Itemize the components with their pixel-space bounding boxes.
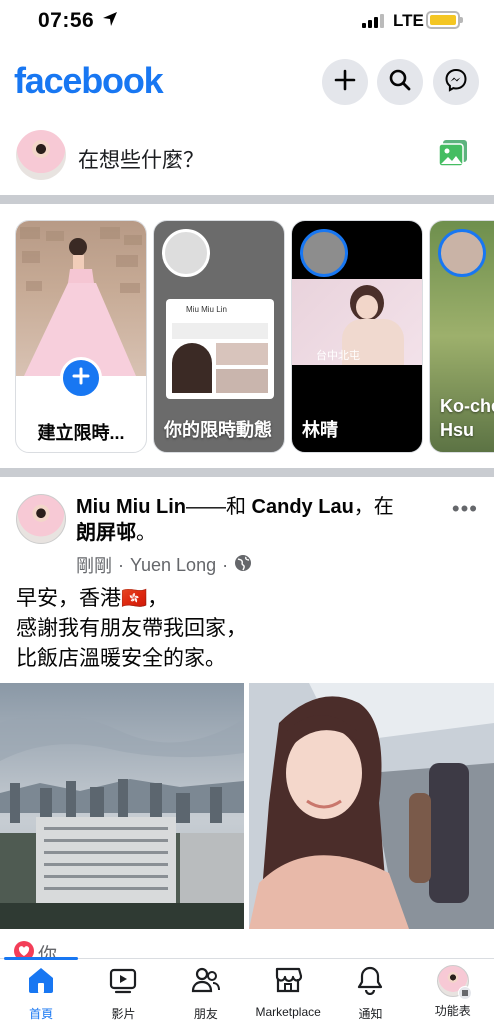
post-tagged-friend[interactable]: Candy Lau [252, 496, 354, 518]
post-photo-city[interactable] [0, 683, 244, 929]
plus-icon [72, 367, 90, 390]
friends-icon [191, 965, 221, 1000]
more-options-icon[interactable]: ••• [452, 496, 478, 522]
story-yours-label: 你的限時動態 [164, 420, 272, 440]
post-photos [0, 683, 494, 929]
tab-marketplace[interactable]: Marketplace [247, 959, 329, 1024]
post-composer: 在想些什麼？ [0, 124, 494, 194]
post-author-avatar[interactable] [16, 494, 66, 544]
story-lin-qing-image: 台中北屯 [292, 279, 422, 365]
post-time[interactable]: 剛剛 [76, 552, 112, 578]
story-create[interactable]: 建立限時... [15, 220, 147, 453]
post-period: 。 [136, 522, 156, 544]
story-ko-che-hsu-avatar [438, 229, 486, 277]
post-connector: ——和 [185, 496, 252, 518]
tab-menu[interactable]: 功能表 [412, 959, 494, 1024]
post-text-line: 比飯店溫暖安全的家。 [16, 647, 226, 670]
facebook-logo[interactable]: facebook [14, 60, 164, 102]
tab-friends-label: 朋友 [193, 1007, 218, 1021]
story-create-label: 建立限時... [37, 423, 125, 443]
tab-menu-label: 功能表 [434, 1004, 471, 1018]
tab-friends[interactable]: 朋友 [165, 959, 247, 1024]
tab-home[interactable]: 首頁 [0, 957, 82, 1024]
story-yours-avatar [162, 229, 210, 277]
video-icon [108, 965, 138, 1000]
story-card-title: Miu Miu Lin [186, 305, 227, 314]
status-time: 07:56 [38, 9, 95, 32]
add-story-button[interactable] [60, 357, 102, 399]
bell-icon [355, 965, 385, 1000]
search-button[interactable] [377, 59, 423, 105]
story-overlay-text: 台中北屯 [316, 350, 360, 362]
messenger-button[interactable] [433, 59, 479, 105]
status-bar: 07:56 LTE [0, 0, 494, 44]
story-ko-che-hsu[interactable]: Ko-che Hsu [429, 220, 494, 453]
post-location[interactable]: 朗屏邨 [76, 522, 136, 544]
messenger-icon [444, 68, 468, 97]
story-lin-qing[interactable]: 台中北屯 林晴 [291, 220, 423, 453]
bottom-nav: 首頁 影片 朋友 Marketplace 通知 功能表 [0, 957, 494, 1024]
tab-notifications[interactable]: 通知 [329, 959, 411, 1024]
post-title: Miu Miu Lin——和 Candy Lau，在朗屏邨。 [76, 494, 446, 546]
post-photo-selfie[interactable] [249, 683, 494, 929]
home-icon [26, 965, 56, 1000]
tab-video[interactable]: 影片 [82, 959, 164, 1024]
app-header: facebook [0, 52, 494, 112]
tab-home-label: 首頁 [29, 1007, 54, 1021]
tab-video-label: 影片 [111, 1007, 136, 1021]
menu-avatar-icon [436, 965, 472, 1000]
carrier-label: LTE [393, 11, 424, 30]
search-icon [388, 68, 412, 97]
create-button[interactable] [322, 59, 368, 105]
composer-input[interactable]: 在想些什麼？ [78, 144, 204, 174]
post-body: 早安，香港🇭🇰， 感謝我有朋友帶我回家， 比飯店溫暖安全的家。 [16, 584, 247, 674]
tab-notifications-label: 通知 [358, 1007, 383, 1021]
story-yours[interactable]: Miu Miu Lin 你的限時動態 [153, 220, 285, 453]
plus-icon [334, 69, 356, 96]
section-divider [0, 195, 494, 204]
post-meta: 剛剛 · Yuen Long · [76, 552, 252, 578]
post-author-name[interactable]: Miu Miu Lin [76, 496, 186, 518]
marketplace-icon [273, 965, 303, 1000]
signal-icon [362, 14, 384, 28]
tab-marketplace-label: Marketplace [255, 1005, 321, 1019]
battery-icon [426, 11, 463, 29]
story-create-image [16, 221, 146, 376]
meta-dot: · [222, 554, 229, 575]
section-divider [0, 468, 494, 477]
story-ko-che-hsu-label: Ko-che Hsu [440, 396, 494, 440]
post-text-line: 感謝我有朋友帶我回家， [16, 617, 247, 640]
post-place: Yuen Long [130, 554, 217, 575]
user-avatar[interactable] [16, 130, 66, 180]
post-text-line: 早安，香港🇭🇰， [16, 587, 169, 610]
story-lin-qing-avatar [300, 229, 348, 277]
meta-dot: · [118, 554, 124, 575]
story-lin-qing-label: 林晴 [302, 420, 338, 440]
post-in-text: ，在 [353, 496, 394, 518]
post-header: Miu Miu Lin——和 Candy Lau，在朗屏邨。 ••• 剛剛 · … [0, 490, 494, 580]
story-yours-card: Miu Miu Lin [166, 299, 274, 399]
globe-icon [234, 554, 252, 577]
photo-icon[interactable] [438, 139, 468, 172]
location-arrow-icon [102, 11, 118, 32]
